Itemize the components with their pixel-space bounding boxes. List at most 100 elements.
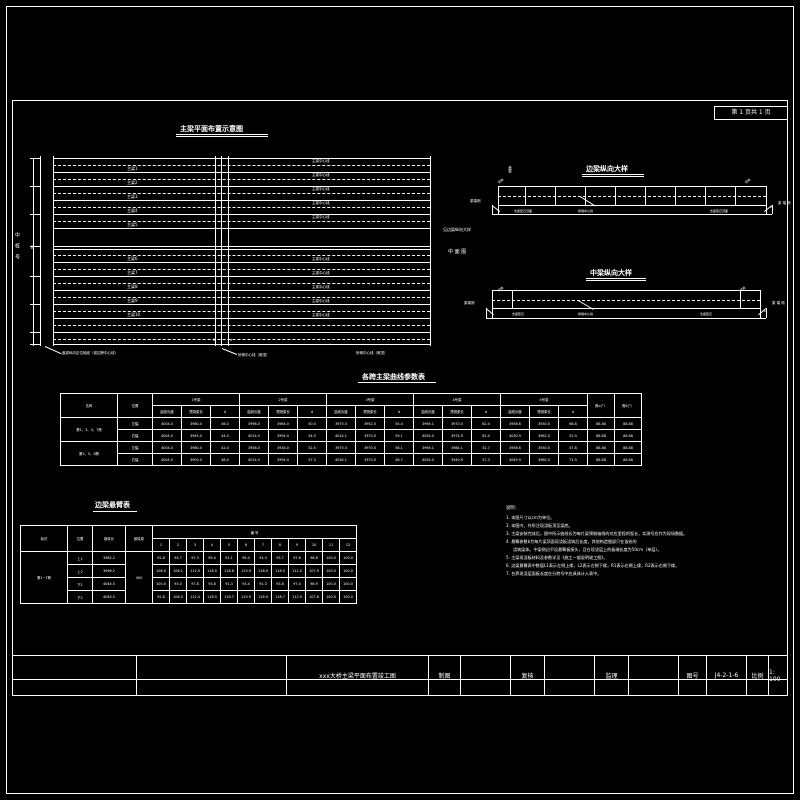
th-angle-beta: 角β(°） [614,393,642,418]
cant-length: 4044.5 [92,577,126,591]
th-curve-sub: d [558,405,588,418]
cant-cell: 91.3 [254,551,272,565]
notes-block: 说明： 1. 本图尺寸以cm为单位。 2. 本图内、外所注现浇板顶至梁底。 3. 主… [506,505,788,578]
curve-cell: 44.0 [210,429,240,442]
cant-cell: 107.8 [305,590,323,604]
curve-cell: 48.7 [384,453,414,466]
cant-position: 上1 [67,551,93,565]
cant-cell: 97.4 [288,577,306,591]
th-curve-sub: 曲线长度 [326,405,356,418]
centerline-label: 主梁中心线 [312,159,330,163]
curve-cell: 4014.5 [239,429,269,442]
curve-cell: 3958.0 [239,441,269,454]
note-item: 4. 悬臂参数b为每片梁顶面现浇板浇筑后长度，其他构造细部只在该处的 [506,539,637,545]
th-curve-sub: 预测梁长 [181,405,211,418]
th-curve-sub: 曲线长度 [500,405,530,418]
th-span-3: 3号梁 [326,393,414,406]
mid-beam-note-mid: 桥墩中心线 [578,312,594,316]
tb-drawing-title: xxx大桥主梁平面布置竣工图 [287,656,429,695]
tb-drawn-label: 制图 [429,656,461,695]
plan-note-right: 桥墩中心线（墩顶） [356,351,388,355]
side-beam-top-label: 盖梁 [508,166,513,173]
th-cant-col-number: 4 [203,538,221,552]
curve-cell: 3958.6 [500,441,530,454]
cant-cell: 91.1 [220,551,238,565]
cant-cell: 118.5 [203,590,221,604]
curve-cell: 57.3 [471,453,501,466]
mid-beam-note-left: 支座垫石 [512,312,525,316]
cant-cell: 112.4 [186,590,204,604]
centerline-label: 主梁中心线 [312,271,330,275]
curve-cell: 42.4 [210,441,240,454]
table-row: 下1 4044.5 100.0 93.0 97.8 93.8 91.3 93.4 91.3 93.… [21,577,357,591]
tb-checked-label: 复核 [511,656,545,695]
cant-cell: 97.3 [186,551,204,565]
cant-length: 3982.2 [92,551,126,565]
curve-cell: 62.4 [471,429,501,442]
curve-angle-cell: 88.88 [587,441,615,454]
notes-header: 说明： [506,506,519,511]
plan-axis-label: 中 桩 号 [14,232,20,259]
th-cant-col-number: 11 [322,538,340,552]
curve-row-group: 第2、5、6跨 [60,441,118,466]
th-cant-col-number: 2 [169,538,187,552]
cant-group-label: 第1~7跨 [20,551,68,604]
detail-reference-note-2: 中 面 图 [448,249,467,255]
th-cant-col-number: 1 [152,538,170,552]
girder-label: 主梁4 [127,208,138,213]
tb-dwgno-label: 图号 [679,656,707,695]
cant-position: 上2 [67,564,93,578]
plan-dim-b: B [213,338,216,342]
cant-cell: 118.7 [220,590,238,604]
curve-cell: 3900.0 [181,453,211,466]
curve-cell: 3974.9 [442,429,472,442]
th-cant-col-number: 8 [271,538,289,552]
tb-supervisor-value[interactable] [629,656,679,695]
centerline-label: 主梁中心线 [312,299,330,303]
tb-drawn-value[interactable] [461,656,511,695]
th-cant-number: 编 号 [152,525,357,539]
mid-beam-right-label: 梁 端 侧 [772,301,785,305]
table-row: 第1~7跨 上1 3982.2 400 92.8 93.7 97.3 95.4 91.1 95.4… [20,551,357,604]
curve-cell: 4004.0 [152,417,182,430]
plan-note-mid: 桥墩中心线（墩顶） [238,353,270,357]
cant-cell: 100.0 [339,564,357,578]
cant-cell: 100.0 [152,577,170,591]
curve-table-head: 名称 位置 1号梁 2号梁 3号梁 4号梁 5号梁 角α(°） 角β(°） 曲线… [60,393,642,418]
tb-checked-value[interactable] [545,656,595,695]
curve-cell: 3994.0 [268,453,298,466]
curve-cell: 4034.1 [326,453,356,466]
th-curve-sub: 预测梁长 [355,405,385,418]
curve-angle-cell: 88.88 [587,453,615,466]
curve-row-position: 右幅 [117,429,153,442]
girder-label: 主梁2 [127,180,138,185]
cant-cell: 95.4 [203,551,221,565]
curve-cell: 4054.0 [413,429,443,442]
centerline-label: 主梁中心线 [312,187,330,191]
curve-cell: 57.3 [297,453,327,466]
curve-table-title: 各跨主梁曲线参数表 [362,373,425,381]
th-cant-name: 标识 [20,525,68,552]
th-curve-sub: d [384,405,414,418]
cant-cell: 112.9 [186,564,204,578]
th-cant-col-number: 6 [237,538,255,552]
curve-cell: 3970.0 [355,453,385,466]
th-cant-length: 悬臂长 [92,525,126,552]
cant-cell: 106.0 [152,564,170,578]
th-curve-sub: 曲线长度 [152,405,182,418]
curve-cell: 3994.1 [413,417,443,430]
cant-length: 4044.5 [92,590,126,604]
page-badge: 第 1 页共 1 页 [714,106,788,120]
curve-cell: 3970.0 [355,429,385,442]
curve-cell: 3980.0 [181,441,211,454]
curve-cell: 3975.3 [326,441,356,454]
curve-cell: 3982.0 [529,429,559,442]
note-item: 1. 本图尺寸以cm为单位。 [506,515,555,521]
th-span-1: 1号梁 [152,393,240,406]
cant-cell: 106.1 [169,564,187,578]
note-item: 6. 边梁悬臂表中数值L1表示左侧上缘，L2表示左侧下缘，R1表示右侧上缘，R2… [506,563,680,569]
curve-row-group: 第1、3、4、7跨 [60,417,118,442]
curve-cell: 4030.9 [500,429,530,442]
side-beam-detail-title: 边梁纵向大样 [586,165,628,173]
curve-cell: 3970.0 [355,441,385,454]
